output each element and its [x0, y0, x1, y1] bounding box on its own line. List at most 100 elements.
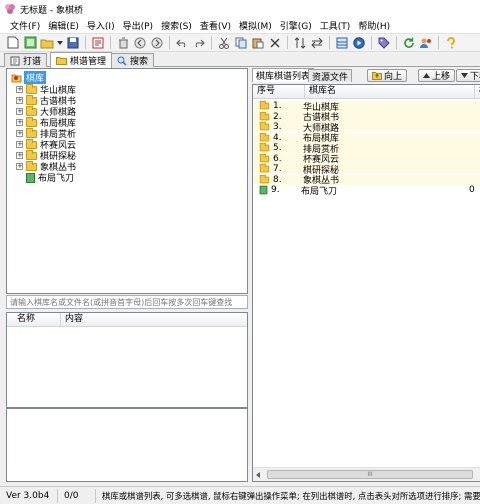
move-down-button[interactable]: 下移: [456, 69, 480, 82]
tree-item-label: 布局飞刀: [38, 174, 75, 184]
expand-icon[interactable]: +: [16, 163, 23, 170]
menu-view[interactable]: 查看(V): [196, 19, 235, 32]
play-icon[interactable]: [352, 36, 366, 50]
row-number: 1.: [273, 101, 282, 111]
tag-icon[interactable]: [377, 36, 391, 50]
menu-import[interactable]: 导入(I): [83, 19, 119, 32]
undo-icon[interactable]: [175, 36, 189, 50]
folder-icon: [26, 149, 37, 160]
tree-root[interactable]: 棋库: [11, 71, 47, 84]
folder-icon: [259, 163, 270, 173]
sort-icon[interactable]: [293, 36, 307, 50]
arrow-up-icon: [423, 73, 430, 78]
folder-icon: [26, 94, 37, 105]
trash-icon[interactable]: [116, 36, 130, 50]
row-number: 9.: [271, 185, 280, 195]
swap-icon[interactable]: [310, 36, 324, 50]
menu-search[interactable]: 搜索(S): [157, 19, 196, 32]
tab-resources-label: 资源文件: [312, 72, 349, 83]
open-folder-icon[interactable]: [40, 36, 54, 50]
menu-tools[interactable]: 工具(T): [316, 19, 355, 32]
book-icon: [259, 185, 268, 195]
expand-icon[interactable]: +: [16, 119, 23, 126]
expand-icon[interactable]: +: [16, 86, 23, 93]
row-number: 4.: [273, 132, 282, 143]
tree-item[interactable]: 布局飞刀: [26, 172, 75, 184]
back-circle-icon[interactable]: [133, 36, 147, 50]
folder-icon: [259, 153, 270, 162]
delete-icon[interactable]: [268, 36, 282, 50]
folder-icon: [259, 121, 270, 131]
help-icon[interactable]: [444, 36, 458, 50]
col-content[interactable]: 内容: [61, 313, 247, 326]
row-extra: 0: [469, 185, 475, 195]
save-icon[interactable]: [66, 36, 80, 50]
menu-simulate[interactable]: 模拟(M): [235, 19, 276, 32]
folder-icon: [26, 127, 37, 138]
col-library-name[interactable]: 棋库名: [305, 85, 475, 98]
col-number[interactable]: 序号: [253, 85, 305, 98]
col-name[interactable]: 名称: [13, 313, 61, 326]
paste-icon[interactable]: [251, 36, 265, 50]
tab-list[interactable]: 棋库棋谱列表: [252, 68, 315, 82]
tab-play[interactable]: 打谱: [4, 53, 48, 67]
forward-circle-icon[interactable]: [150, 36, 164, 50]
refresh-icon[interactable]: [402, 36, 416, 50]
folder-up-icon: [372, 72, 382, 80]
menu-export[interactable]: 导出(P): [119, 19, 157, 32]
menu-edit[interactable]: 编辑(E): [44, 19, 83, 32]
move-up-label: 上移: [432, 72, 451, 82]
library-list[interactable]: 序号 棋库名 棋 1.华山棋库2.古谱棋书3.大师棋路4.布局棋库5.排局赏析6…: [252, 84, 480, 482]
menu-engine[interactable]: 引擎(G): [276, 19, 316, 32]
status-hint: 棋库或棋谱列表, 可多选棋谱, 鼠标右键弹出操作菜单; 在列出棋谱时, 点击表头…: [102, 490, 480, 501]
library-tree[interactable]: 棋库 + 华山棋库 + 古谱棋书 + 大师棋路 + 布局棋库 + 排局赏析 + 杯赛风云 +…: [6, 68, 248, 294]
tab-manage[interactable]: 棋谱管理: [50, 52, 113, 68]
up-button[interactable]: 向上: [367, 69, 408, 82]
move-down-label: 下移: [470, 72, 480, 82]
properties-list[interactable]: 名称 内容: [6, 312, 248, 408]
up-button-label: 向上: [384, 72, 403, 82]
scroll-thumb[interactable]: III: [267, 470, 473, 479]
tab-search[interactable]: 搜索: [111, 53, 155, 67]
cut-icon[interactable]: [217, 36, 231, 50]
horizontal-scrollbar[interactable]: III: [253, 467, 480, 481]
list-header: 序号 棋库名 棋: [253, 85, 480, 99]
users-icon[interactable]: [419, 36, 433, 50]
new-file-icon[interactable]: [6, 36, 20, 50]
copy-icon[interactable]: [234, 36, 248, 50]
save-as-icon[interactable]: [91, 36, 105, 50]
magnifier-icon: [117, 56, 127, 66]
col-more[interactable]: 棋: [475, 85, 480, 98]
toolbar-separator: [438, 36, 439, 49]
expand-icon[interactable]: +: [16, 152, 23, 159]
folder-icon: [259, 132, 270, 141]
move-up-button[interactable]: 上移: [418, 69, 456, 82]
status-count: 0/0: [58, 488, 96, 503]
scroll-left-icon[interactable]: [256, 472, 260, 478]
expand-icon[interactable]: +: [16, 108, 23, 115]
menu-help[interactable]: 帮助(H): [354, 19, 394, 32]
row-number: 5.: [273, 143, 282, 153]
tab-resources[interactable]: 资源文件: [308, 69, 353, 83]
properties-header: 名称 内容: [7, 313, 247, 327]
toolbar-separator: [169, 36, 170, 49]
app-icon: [5, 4, 15, 14]
expand-icon[interactable]: +: [16, 97, 23, 104]
menu-file[interactable]: 文件(F): [6, 19, 44, 32]
dropdown-arrow-icon[interactable]: [57, 36, 63, 50]
folder-icon: [26, 138, 37, 149]
row-name: 布局飞刀: [301, 186, 338, 197]
grid-icon[interactable]: [335, 36, 349, 50]
toolbar-separator: [287, 36, 288, 49]
list-row[interactable]: 9. 布局飞刀 0: [253, 185, 480, 197]
redo-icon[interactable]: [192, 36, 206, 50]
search-input[interactable]: [6, 295, 248, 309]
toolbar-separator: [396, 36, 397, 49]
expand-icon[interactable]: +: [16, 141, 23, 148]
open-board-icon[interactable]: [23, 36, 37, 50]
notes-area[interactable]: [6, 408, 248, 482]
book-icon: [26, 172, 35, 183]
tab-search-label: 搜索: [130, 57, 149, 67]
open-folder-icon: [11, 74, 22, 83]
expand-icon[interactable]: +: [16, 130, 23, 137]
